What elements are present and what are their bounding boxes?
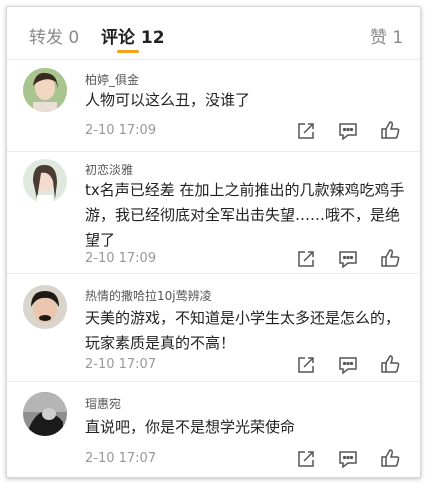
- like-icon[interactable]: [379, 447, 401, 469]
- tab-likes-label: 赞: [370, 28, 387, 48]
- comment-item: 柏婷_俱金 人物可以这么丑，没谁了 2-10 17:09: [7, 59, 420, 151]
- comment-text: tx名声已经差 在加上之前推出的几款辣鸡吃鸡手游，我已经彻底对全军出击失望……哦…: [85, 181, 405, 249]
- comment-username[interactable]: 热情的撒哈拉10j莺辨凌: [85, 287, 212, 304]
- tab-comments-label: 评论: [101, 28, 135, 48]
- avatar[interactable]: [23, 285, 67, 329]
- reply-icon[interactable]: [337, 248, 359, 270]
- tab-bar: 转发 0 评论 12 赞 1: [7, 7, 420, 59]
- comment-item: 初恋淡雅 tx名声已经差 在加上之前推出的几款辣鸡吃鸡手游，我已经彻底对全军出击…: [7, 151, 420, 273]
- share-icon[interactable]: [295, 248, 317, 270]
- comment-time: 2-10 17:09: [85, 251, 157, 266]
- like-icon[interactable]: [379, 353, 401, 375]
- like-icon[interactable]: [379, 247, 401, 269]
- comment-username[interactable]: 柏婷_俱金: [85, 71, 139, 88]
- tab-comments-count: 12: [140, 28, 165, 48]
- avatar[interactable]: [23, 68, 67, 112]
- comment-text: 人物可以这么丑，没谁了: [85, 91, 251, 109]
- comments-panel: 转发 0 评论 12 赞 1 柏婷_俱金 人物可以这么丑，没谁了 2-10 17…: [6, 6, 421, 478]
- tab-comments[interactable]: 评论 12: [101, 23, 165, 48]
- share-icon[interactable]: [295, 120, 317, 142]
- active-tab-indicator: [117, 50, 139, 53]
- reply-icon[interactable]: [337, 448, 359, 470]
- tab-repost-count: 0: [68, 28, 80, 48]
- tab-repost[interactable]: 转发 0: [29, 23, 79, 48]
- avatar[interactable]: [23, 392, 67, 436]
- comment-username[interactable]: 瑁惠宛: [85, 395, 121, 412]
- like-icon[interactable]: [379, 119, 401, 141]
- comment-text: 直说吧，你是不是想学光荣使命: [85, 418, 296, 436]
- comment-text: 天美的游戏，不知道是小学生太多还是怎么的，玩家素质是真的不高！: [85, 309, 401, 352]
- comment-time: 2-10 17:07: [85, 357, 157, 372]
- reply-icon[interactable]: [337, 120, 359, 142]
- comment-item: 热情的撒哈拉10j莺辨凌 天美的游戏，不知道是小学生太多还是怎么的，玩家素质是真…: [7, 273, 420, 381]
- comment-time: 2-10 17:07: [85, 451, 157, 466]
- comment-item: 瑁惠宛 直说吧，你是不是想学光荣使命 2-10 17:07: [7, 381, 420, 477]
- share-icon[interactable]: [295, 354, 317, 376]
- comment-username[interactable]: 初恋淡雅: [85, 161, 133, 178]
- comment-time: 2-10 17:09: [85, 123, 157, 138]
- tab-likes[interactable]: 赞 1: [370, 23, 403, 48]
- reply-icon[interactable]: [337, 354, 359, 376]
- tab-likes-count: 1: [392, 28, 404, 48]
- tab-repost-label: 转发: [29, 28, 63, 48]
- share-icon[interactable]: [295, 448, 317, 470]
- avatar[interactable]: [23, 159, 67, 203]
